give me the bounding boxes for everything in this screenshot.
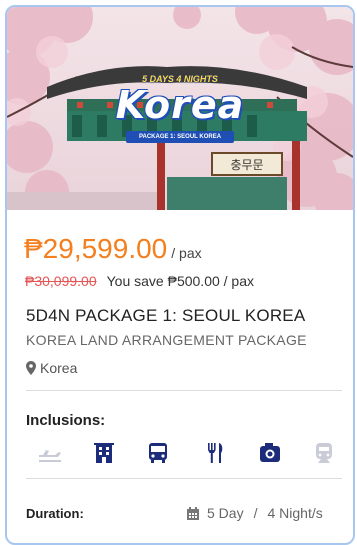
duration-separator: / — [253, 505, 258, 521]
inclusions-icons — [37, 441, 337, 465]
duration-days: 5 Day — [207, 505, 244, 521]
duration-label: Duration: — [26, 506, 84, 521]
inclusions-heading: Inclusions: — [26, 412, 106, 429]
package-title[interactable]: 5D4N PACKAGE 1: SEOUL KOREA — [26, 306, 305, 326]
airplane-icon — [39, 450, 61, 462]
hero-image: 충무문 5 DAYS 4 NIGHTS Korea PACKAGE 1: SEO… — [7, 7, 353, 210]
location: Korea — [26, 360, 77, 376]
banner-subtitle: PACKAGE 1: SEOUL KOREA — [126, 131, 234, 143]
per-pax-label: / pax — [171, 245, 202, 261]
divider — [26, 478, 342, 479]
gate-sign-text: 충무문 — [230, 158, 263, 172]
savings-row: ₱30,099.00 You save ₱500.00 / pax — [25, 273, 254, 289]
duration-value: 5 Day / 4 Night/s — [187, 505, 323, 521]
map-pin-icon — [26, 361, 36, 375]
bus-icon — [149, 443, 167, 463]
location-label: Korea — [40, 360, 78, 376]
package-card[interactable]: 충무문 5 DAYS 4 NIGHTS Korea PACKAGE 1: SEO… — [5, 5, 355, 545]
original-price: ₱30,099.00 — [25, 273, 97, 289]
camera-icon — [260, 443, 280, 462]
calendar-icon — [187, 506, 199, 520]
train-icon — [316, 443, 332, 463]
package-subtitle: KOREA LAND ARRANGEMENT PACKAGE — [26, 332, 307, 348]
duration-nights: 4 Night/s — [267, 505, 323, 521]
savings-text: You save ₱500.00 / pax — [106, 273, 255, 289]
current-price: ₱29,599.00 — [24, 233, 168, 264]
divider — [26, 390, 342, 391]
banner-title: Korea — [115, 83, 245, 127]
hotel-icon — [94, 443, 114, 463]
price-row: ₱29,599.00/ pax — [24, 233, 202, 265]
meals-icon — [208, 443, 223, 463]
